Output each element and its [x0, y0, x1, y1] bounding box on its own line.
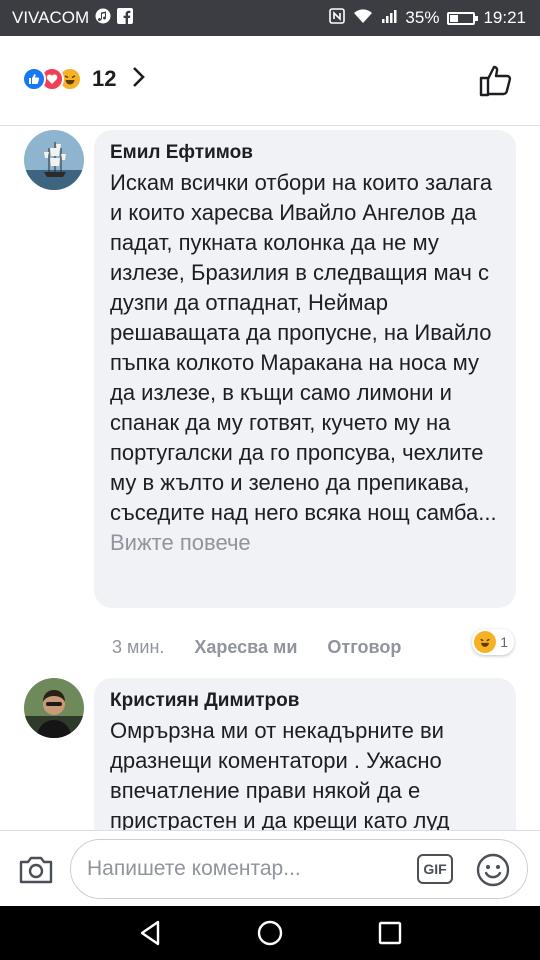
comment-actions: 3 мин. Харесва ми Отговор: [112, 637, 431, 658]
clock: 19:21: [483, 8, 526, 27]
signal-icon: [381, 8, 397, 28]
carrier-name: VIVACOM: [12, 8, 90, 27]
comment-time: 3 мин.: [112, 637, 165, 657]
comment-author[interactable]: Кристиян Димитров: [110, 690, 500, 712]
comment-reaction-badge[interactable]: 1: [472, 629, 514, 655]
comment-input-wrapper: GIF: [70, 839, 528, 899]
reactions-header: 12: [0, 36, 540, 126]
ship-avatar[interactable]: [24, 130, 84, 190]
chevron-right-icon[interactable]: [132, 66, 146, 92]
man-avatar[interactable]: [24, 678, 84, 738]
reaction-summary[interactable]: 12: [22, 66, 146, 92]
like-comment-button[interactable]: Харесва ми: [194, 637, 297, 658]
recents-icon[interactable]: [375, 918, 405, 948]
thumbs-up-icon[interactable]: [478, 62, 514, 98]
comment-composer: GIF: [0, 830, 540, 906]
comment-author[interactable]: Емил Ефтимов: [110, 142, 500, 164]
like-reaction-icon: [22, 67, 46, 91]
home-icon[interactable]: [255, 918, 285, 948]
camera-icon[interactable]: [18, 851, 54, 887]
wifi-icon: [353, 8, 373, 28]
comment-reaction-count: 1: [500, 634, 508, 650]
emoji-icon[interactable]: [475, 852, 511, 888]
reply-button[interactable]: Отговор: [327, 637, 401, 658]
comments-list[interactable]: Емил Ефтимов Искам всички отбори на коит…: [0, 126, 540, 830]
music-note-icon: [95, 8, 111, 28]
back-icon[interactable]: [136, 918, 166, 948]
status-bar: VIVACOM 35% 19:21: [0, 0, 540, 36]
battery-level: [450, 14, 459, 22]
status-left: VIVACOM: [12, 8, 134, 28]
comment-bubble[interactable]: Емил Ефтимов Искам всички отбори на коит…: [94, 130, 516, 608]
reaction-count: 12: [92, 66, 117, 91]
gif-icon[interactable]: GIF: [417, 854, 453, 884]
battery-percent: 35%: [405, 8, 440, 27]
gif-label: GIF: [423, 861, 447, 877]
battery-icon: [447, 11, 479, 25]
comment-text: Искам всички отбори на които залага и ко…: [110, 168, 500, 558]
facebook-icon: [117, 8, 134, 28]
see-more-link[interactable]: Вижте повече: [110, 530, 251, 555]
status-right: 35% 19:21: [329, 8, 526, 28]
comment-text: Омрързна ми от некадърните ви дразнещи к…: [110, 718, 450, 830]
haha-reaction-icon: [474, 631, 497, 653]
comment-bubble[interactable]: Кристиян Димитров Омрързна ми от некадър…: [94, 678, 516, 830]
navigation-bar: [0, 906, 540, 960]
nfc-icon: [329, 8, 346, 28]
comment-body: Искам всички отбори на които залага и ко…: [110, 170, 497, 525]
comment-input[interactable]: [87, 854, 387, 884]
